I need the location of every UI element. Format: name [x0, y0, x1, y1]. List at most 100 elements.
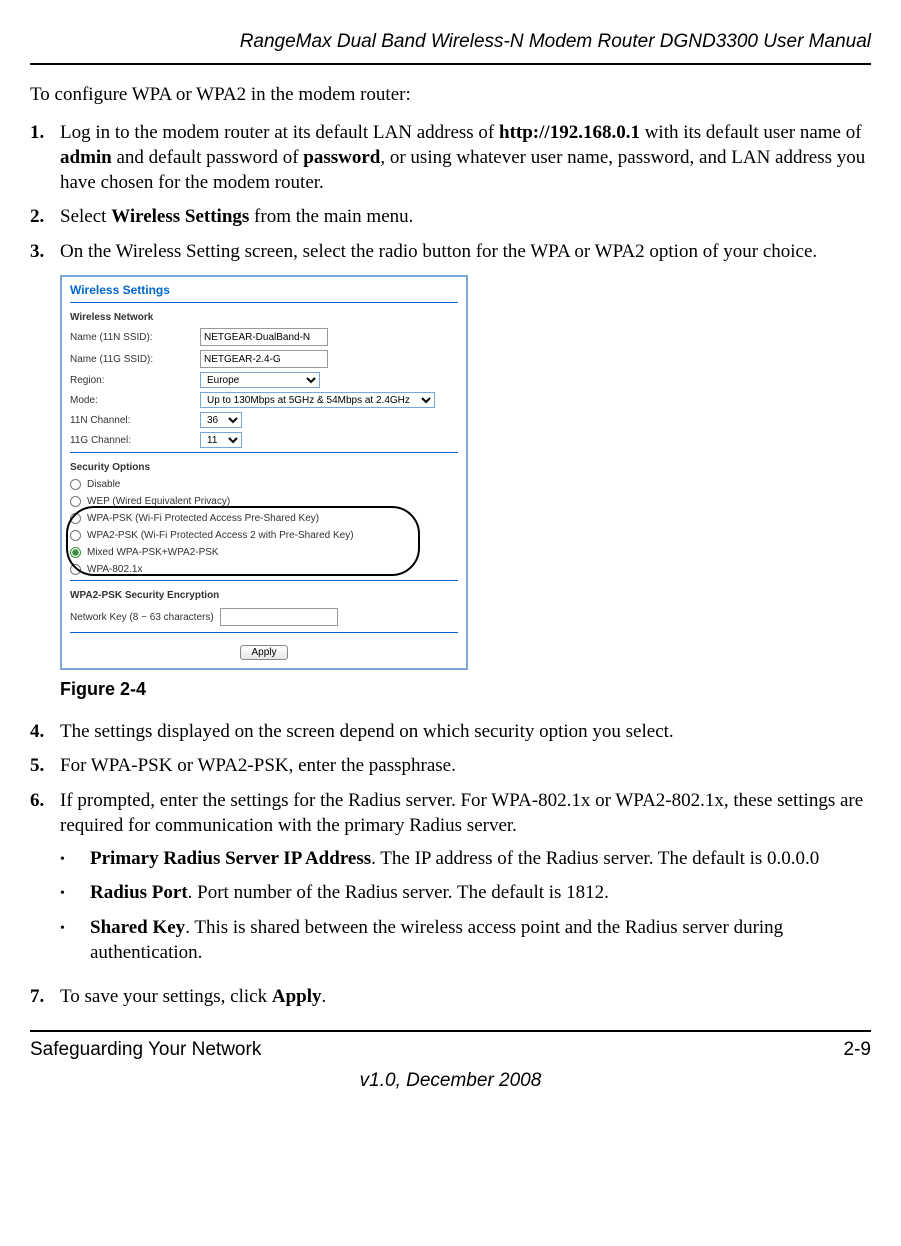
bold: Radius Port — [90, 882, 188, 903]
row-11g-channel: 11G Channel: 11 — [62, 430, 466, 450]
step-6: 6. If prompted, enter the settings for t… — [30, 789, 871, 975]
text: . Port number of the Radius server. The … — [188, 882, 609, 903]
security-options-group: Disable WEP (Wired Equivalent Privacy) W… — [62, 476, 466, 578]
bold: password — [303, 147, 380, 168]
text: and default password of — [112, 147, 304, 168]
footer-rule — [30, 1030, 871, 1032]
radio-wpa-8021x[interactable] — [70, 564, 81, 575]
wireless-network-heading: Wireless Network — [62, 309, 466, 326]
text: Select — [60, 206, 111, 227]
doc-title: RangeMax Dual Band Wireless-N Modem Rout… — [30, 30, 871, 55]
encryption-heading: WPA2-PSK Security Encryption — [62, 587, 466, 604]
step-text: Log in to the modem router at its defaul… — [60, 121, 871, 195]
region-select[interactable]: Europe — [200, 372, 320, 388]
step-number: 2. — [30, 205, 60, 230]
row-mode: Mode: Up to 130Mbps at 5GHz & 54Mbps at … — [62, 390, 466, 410]
label: Network Key (8 ~ 63 characters) — [70, 611, 214, 624]
row-region: Region: Europe — [62, 370, 466, 390]
row-name-11n: Name (11N SSID): — [62, 326, 466, 348]
intro-text: To configure WPA or WPA2 in the modem ro… — [30, 83, 871, 108]
row-network-key: Network Key (8 ~ 63 characters) — [62, 604, 466, 630]
sub-primary-ip: •Primary Radius Server IP Address. The I… — [60, 847, 871, 872]
radio-wep[interactable] — [70, 496, 81, 507]
text: . The IP address of the Radius server. T… — [371, 848, 819, 869]
text: with its default user name of — [640, 122, 862, 143]
figure-screenshot: Wireless Settings Wireless Network Name … — [60, 275, 871, 671]
step-number: 5. — [30, 754, 60, 779]
radius-sublist: •Primary Radius Server IP Address. The I… — [60, 847, 871, 966]
step-text: On the Wireless Setting screen, select t… — [60, 240, 871, 265]
radio-mixed[interactable] — [70, 547, 81, 558]
step-number: 4. — [30, 720, 60, 745]
text: Radius Port. Port number of the Radius s… — [90, 881, 609, 906]
radio-wpa2-psk[interactable] — [70, 530, 81, 541]
label: WPA2-PSK (Wi-Fi Protected Access 2 with … — [87, 529, 354, 542]
divider — [70, 452, 458, 453]
network-key-input[interactable] — [220, 608, 338, 626]
label: Disable — [87, 478, 120, 491]
step-4: 4. The settings displayed on the screen … — [30, 720, 871, 745]
step-5: 5. For WPA-PSK or WPA2-PSK, enter the pa… — [30, 754, 871, 779]
text: To save your settings, click — [60, 986, 272, 1007]
divider — [70, 302, 458, 303]
step-text: Select Wireless Settings from the main m… — [60, 205, 871, 230]
url-bold: http://192.168.0.1 — [499, 122, 640, 143]
row-name-11g: Name (11G SSID): — [62, 348, 466, 370]
mode-select[interactable]: Up to 130Mbps at 5GHz & 54Mbps at 2.4GHz — [200, 392, 435, 408]
divider — [70, 580, 458, 581]
ssid-11g-input[interactable] — [200, 350, 328, 368]
label: Mode: — [70, 394, 200, 407]
text: Primary Radius Server IP Address. The IP… — [90, 847, 819, 872]
security-options-heading: Security Options — [62, 459, 466, 476]
text: If prompted, enter the settings for the … — [60, 790, 863, 836]
label: Name (11N SSID): — [70, 331, 200, 344]
bold: Wireless Settings — [111, 206, 249, 227]
radio-wpa-psk[interactable] — [70, 513, 81, 524]
step-2: 2. Select Wireless Settings from the mai… — [30, 205, 871, 230]
opt-disable: Disable — [62, 476, 466, 493]
label: Region: — [70, 374, 200, 387]
page-number: 2-9 — [844, 1038, 871, 1063]
footer-version: v1.0, December 2008 — [30, 1069, 871, 1094]
sub-shared-key: •Shared Key. This is shared between the … — [60, 916, 871, 965]
step-text: To save your settings, click Apply. — [60, 985, 871, 1010]
bold: Apply — [272, 986, 322, 1007]
label: WPA-PSK (Wi-Fi Protected Access Pre-Shar… — [87, 512, 319, 525]
label: 11G Channel: — [70, 434, 200, 447]
label: WPA-802.1x — [87, 563, 142, 576]
divider — [70, 632, 458, 633]
radio-disable[interactable] — [70, 479, 81, 490]
opt-wpa2-psk: WPA2-PSK (Wi-Fi Protected Access 2 with … — [62, 527, 466, 544]
steps-list-continued: 4. The settings displayed on the screen … — [30, 720, 871, 1010]
apply-button[interactable]: Apply — [240, 645, 287, 660]
header-rule — [30, 63, 871, 65]
channel-11g-select[interactable]: 11 — [200, 432, 242, 448]
text: . — [322, 986, 327, 1007]
step-number: 7. — [30, 985, 60, 1010]
sub-radius-port: •Radius Port. Port number of the Radius … — [60, 881, 871, 906]
text: . This is shared between the wireless ac… — [90, 917, 783, 963]
bold: Shared Key — [90, 917, 185, 938]
step-text: For WPA-PSK or WPA2-PSK, enter the passp… — [60, 754, 871, 779]
channel-11n-select[interactable]: 36 — [200, 412, 242, 428]
footer-left: Safeguarding Your Network — [30, 1038, 261, 1063]
row-11n-channel: 11N Channel: 36 — [62, 410, 466, 430]
ssid-11n-input[interactable] — [200, 328, 328, 346]
apply-row: Apply — [62, 639, 466, 668]
bullet-icon: • — [60, 881, 90, 906]
bold: Primary Radius Server IP Address — [90, 848, 371, 869]
step-7: 7. To save your settings, click Apply. — [30, 985, 871, 1010]
text: Shared Key. This is shared between the w… — [90, 916, 871, 965]
bullet-icon: • — [60, 916, 90, 965]
bullet-icon: • — [60, 847, 90, 872]
step-1: 1. Log in to the modem router at its def… — [30, 121, 871, 195]
label: Name (11G SSID): — [70, 353, 200, 366]
step-number: 1. — [30, 121, 60, 195]
text: Log in to the modem router at its defaul… — [60, 122, 499, 143]
figure-caption: Figure 2-4 — [60, 678, 871, 701]
step-text: If prompted, enter the settings for the … — [60, 789, 871, 975]
wireless-settings-panel: Wireless Settings Wireless Network Name … — [60, 275, 468, 671]
label: Mixed WPA-PSK+WPA2-PSK — [87, 546, 219, 559]
opt-wpa-8021x: WPA-802.1x — [62, 561, 466, 578]
opt-wpa-psk: WPA-PSK (Wi-Fi Protected Access Pre-Shar… — [62, 510, 466, 527]
